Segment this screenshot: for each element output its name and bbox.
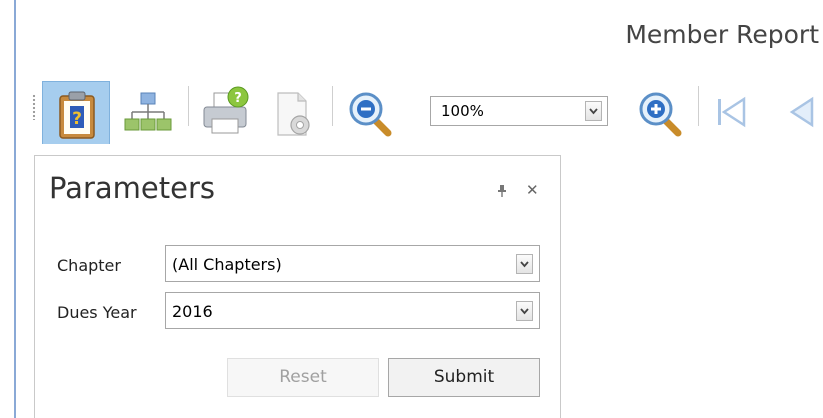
report-title: Member Report (625, 20, 819, 49)
previous-page-button[interactable] (770, 81, 823, 144)
chevron-down-icon[interactable] (585, 101, 602, 121)
print-icon: ? (203, 86, 249, 134)
dues-year-label: Dues Year (57, 303, 137, 322)
svg-text:?: ? (234, 91, 242, 106)
close-icon[interactable]: ✕ (526, 183, 539, 198)
dues-year-select[interactable]: 2016 (165, 292, 540, 329)
chevron-down-icon[interactable] (516, 301, 533, 321)
chapter-value: (All Chapters) (172, 255, 282, 274)
parameters-panel: Parameters ✕ Chapter (All Chapters) Dues… (34, 155, 561, 418)
toolbar-separator (698, 86, 699, 126)
zoom-out-button[interactable] (336, 81, 404, 144)
reset-button[interactable]: Reset (227, 358, 379, 397)
zoom-in-icon (639, 92, 682, 137)
page-setup-icon (277, 92, 310, 136)
svg-text:?: ? (72, 109, 82, 129)
parameters-button[interactable]: ? (42, 81, 110, 144)
print-button[interactable]: ? (192, 81, 260, 144)
page-setup-button[interactable] (258, 81, 326, 144)
report-toolbar: ? ? 100% (30, 78, 823, 144)
toolbar-grip[interactable] (32, 94, 36, 120)
left-border-rule (14, 0, 16, 418)
document-map-button[interactable] (114, 81, 182, 144)
zoom-in-button[interactable] (626, 81, 694, 144)
submit-button[interactable]: Submit (388, 358, 540, 397)
zoom-out-icon (349, 92, 392, 137)
chapter-select[interactable]: (All Chapters) (165, 245, 540, 282)
toolbar-separator (332, 86, 333, 126)
pin-icon[interactable] (497, 185, 507, 197)
first-page-button[interactable] (702, 81, 770, 144)
zoom-value: 100% (441, 102, 484, 120)
first-page-icon (718, 96, 746, 128)
previous-page-icon (789, 96, 814, 128)
document-map-icon (124, 92, 172, 131)
parameters-icon: ? (59, 91, 95, 139)
toolbar-separator (188, 86, 189, 126)
dues-year-value: 2016 (172, 302, 213, 321)
zoom-select[interactable]: 100% (430, 96, 608, 126)
chapter-label: Chapter (57, 256, 121, 275)
chevron-down-icon[interactable] (516, 254, 533, 274)
parameters-title: Parameters (49, 171, 215, 205)
